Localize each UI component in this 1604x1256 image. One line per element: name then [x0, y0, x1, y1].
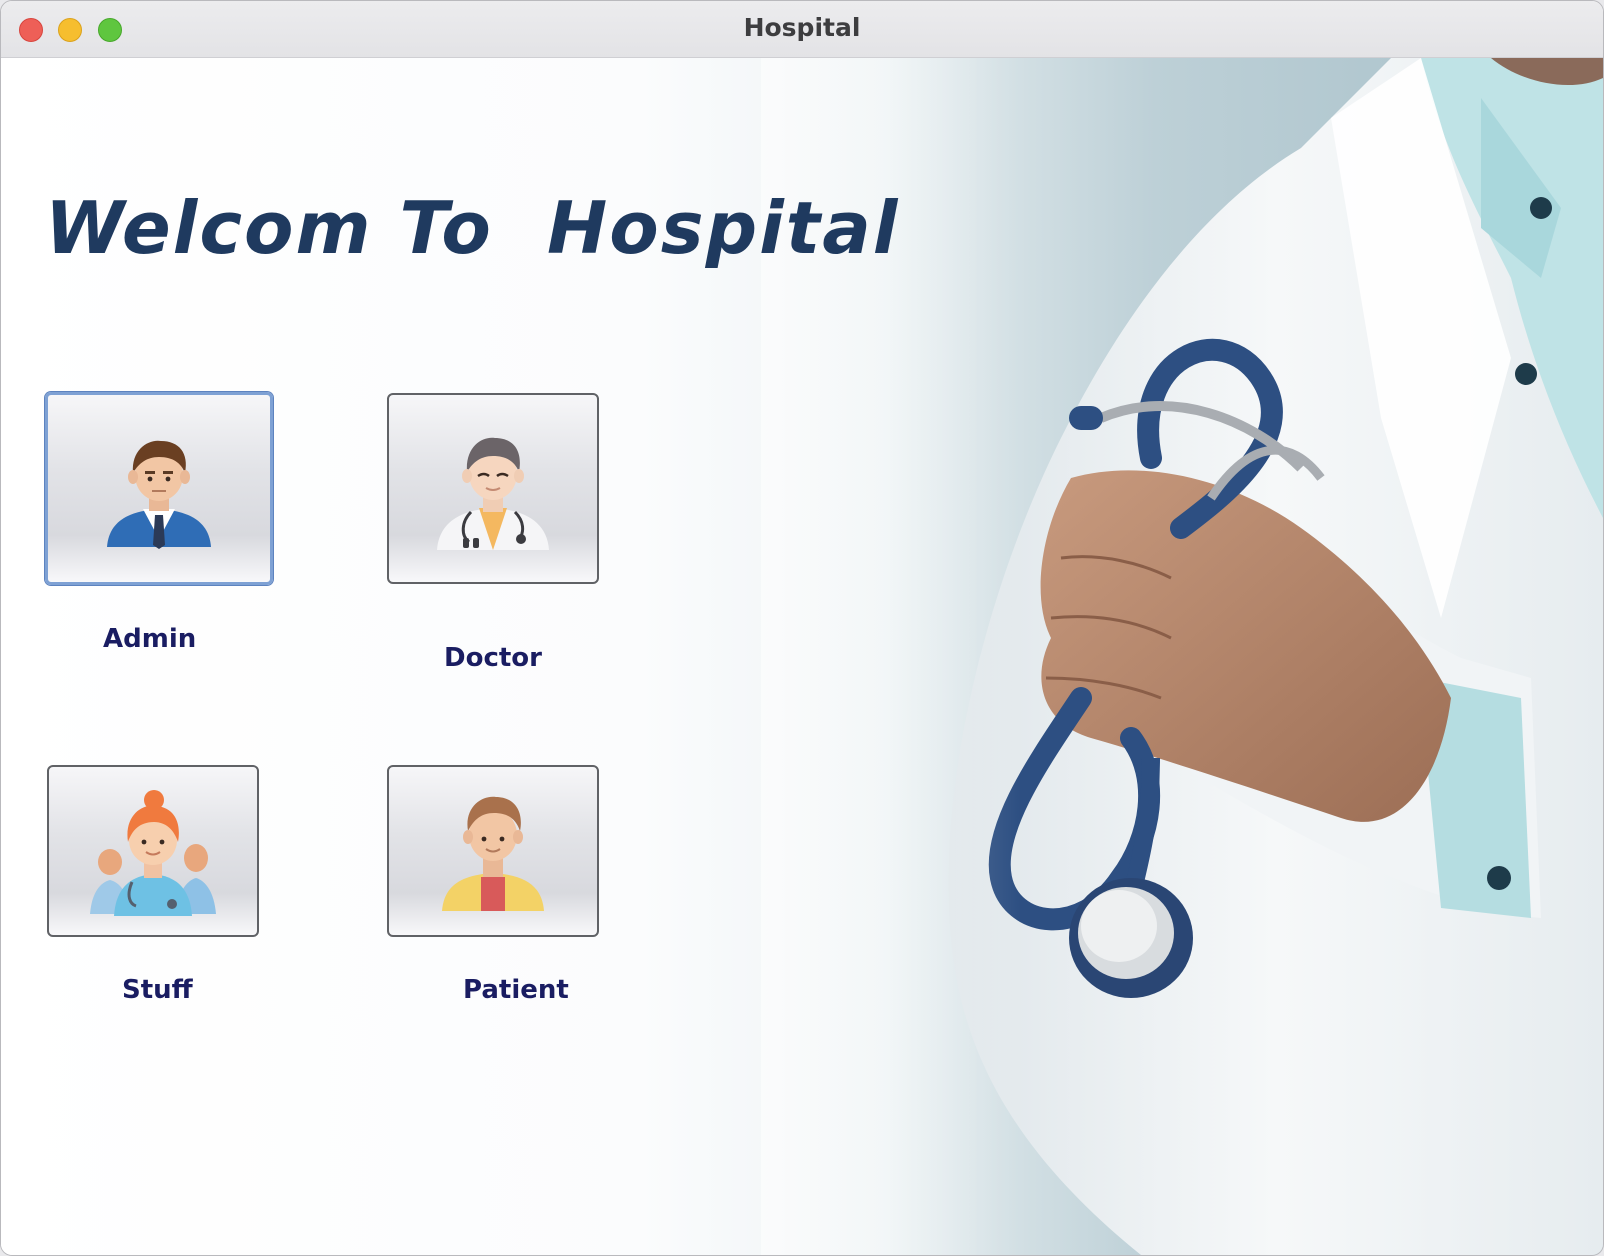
welcome-heading: Welcom To Hospital [45, 186, 900, 270]
admin-button[interactable] [45, 392, 273, 585]
stuff-label: Stuff [122, 975, 193, 1005]
stuff-button[interactable] [47, 765, 259, 937]
app-window: Hospital Welcom To Hospital Admin Doctor… [0, 0, 1604, 1256]
patient-label: Patient [463, 975, 569, 1005]
patient-avatar-icon [442, 796, 544, 911]
doctor-label: Doctor [444, 643, 542, 673]
admin-label: Admin [103, 624, 197, 654]
patient-button[interactable] [387, 765, 599, 937]
title-bar: Hospital [1, 1, 1603, 58]
window-title: Hospital [743, 13, 861, 42]
doctor-button[interactable] [387, 393, 599, 584]
doctor-avatar-icon [437, 437, 549, 550]
admin-avatar-icon [107, 440, 211, 549]
staff-group-icon [90, 790, 216, 916]
main-content: Welcom To Hospital Admin Doctor Stuff Pa… [1, 58, 1603, 1255]
